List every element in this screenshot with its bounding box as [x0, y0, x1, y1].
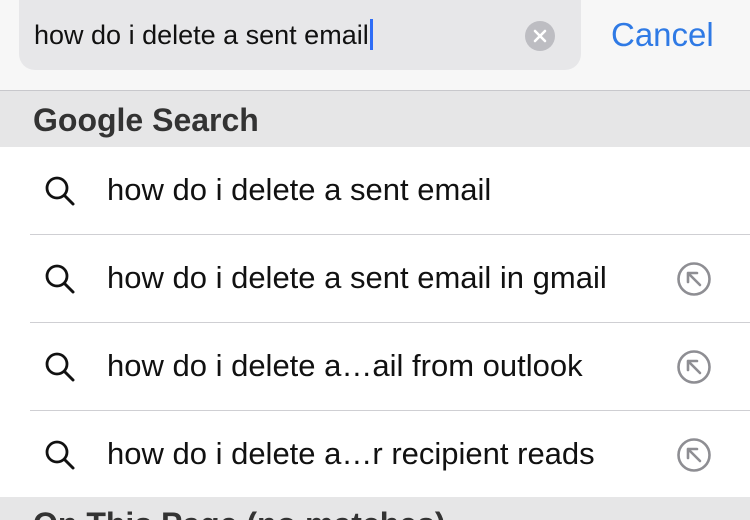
fill-query-arrow-icon[interactable]	[676, 437, 712, 473]
search-query-value: how do i delete a sent email	[34, 20, 369, 50]
search-icon	[45, 440, 75, 470]
search-icon	[45, 264, 75, 294]
suggestion-item[interactable]: how do i delete a…ail from outlook	[0, 323, 750, 411]
clear-x-icon	[533, 29, 547, 43]
suggestion-label: how do i delete a…ail from outlook	[107, 348, 583, 383]
section-header-google-search: Google Search	[0, 91, 750, 147]
search-input[interactable]: how do i delete a sent email	[19, 0, 581, 70]
suggestion-item[interactable]: how do i delete a sent email in gmail	[0, 235, 750, 323]
suggestion-label: how do i delete a…r recipient reads	[107, 436, 595, 471]
suggestion-label: how do i delete a sent email	[107, 172, 492, 207]
safari-search-screen: how do i delete a sent email Cancel Goog…	[0, 0, 750, 520]
section-title: Google Search	[33, 102, 259, 138]
search-bar-area: how do i delete a sent email Cancel	[0, 0, 750, 90]
section-title: On This Page (no matches)	[33, 505, 446, 520]
suggestion-list: how do i delete a sent email how do i de…	[0, 147, 750, 499]
cancel-button[interactable]: Cancel	[611, 14, 714, 56]
fill-query-arrow-icon[interactable]	[676, 261, 712, 297]
section-header-on-this-page: On This Page (no matches)	[0, 497, 750, 520]
text-caret	[369, 19, 373, 51]
search-query-text: how do i delete a sent email	[34, 18, 373, 52]
search-icon	[45, 352, 75, 382]
search-icon	[45, 176, 75, 206]
fill-query-arrow-icon[interactable]	[676, 349, 712, 385]
suggestion-item[interactable]: how do i delete a sent email	[0, 147, 750, 235]
clear-search-button[interactable]	[525, 21, 555, 51]
suggestion-item[interactable]: how do i delete a…r recipient reads	[0, 411, 750, 499]
suggestion-label: how do i delete a sent email in gmail	[107, 260, 607, 295]
